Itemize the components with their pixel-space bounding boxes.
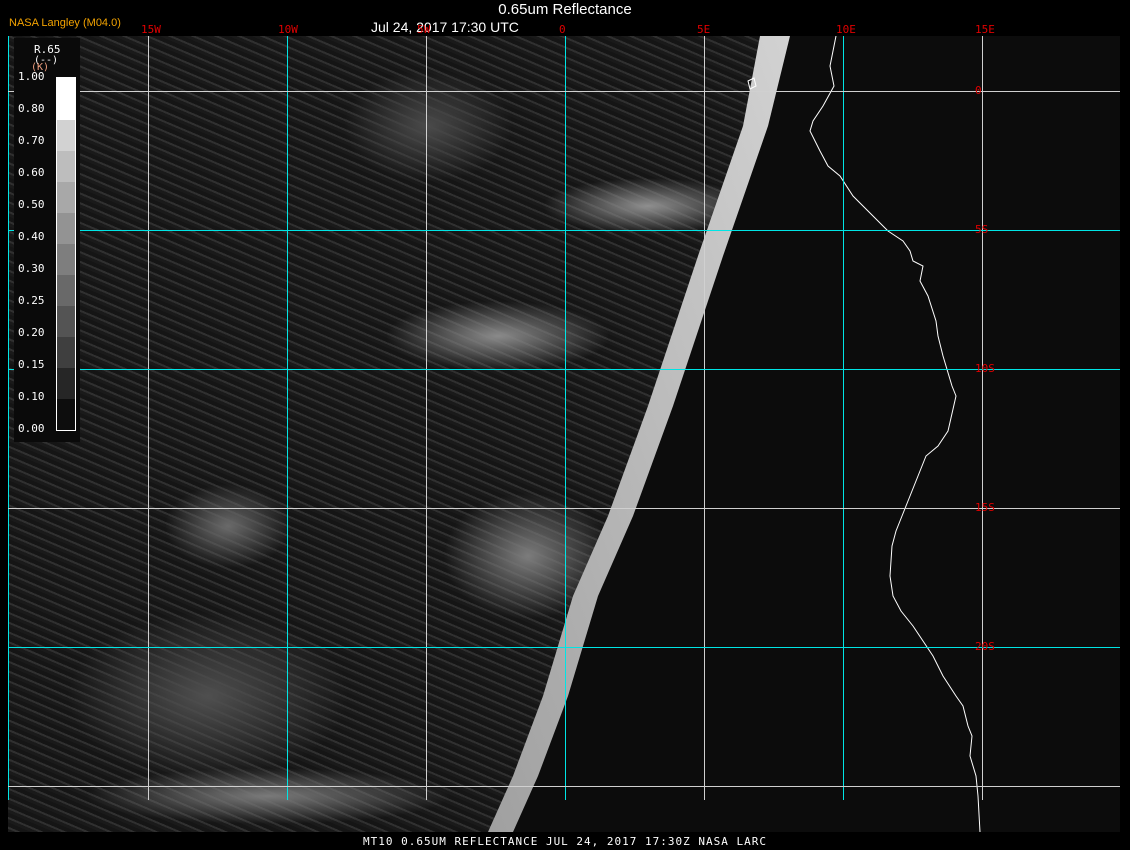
longitude-label: 10E [836, 23, 856, 36]
longitude-line [287, 36, 288, 800]
legend-tick-label: 0.15 [18, 358, 45, 371]
longitude-label: 0 [559, 23, 566, 36]
longitude-label: 10W [278, 23, 298, 36]
legend-tick-label: 0.80 [18, 102, 45, 115]
longitude-label: 15W [141, 23, 161, 36]
longitude-line [843, 36, 844, 800]
legend-tick-label: 0.00 [18, 422, 45, 435]
longitude-label: 15E [975, 23, 995, 36]
legend-tick-label: 0.25 [18, 294, 45, 307]
color-bar-step [57, 274, 75, 306]
legend-tick-label: 1.00 [18, 70, 45, 83]
longitude-line [426, 36, 427, 800]
latitude-label: 0 [975, 84, 982, 97]
longitude-line [8, 36, 9, 800]
color-bar-step [57, 212, 75, 244]
coastline [747, 36, 981, 832]
color-bar-step [57, 119, 75, 151]
image-subtitle: Jul 24, 2017 17:30 UTC [371, 19, 519, 35]
longitude-line [565, 36, 566, 800]
color-bar-step [57, 150, 75, 182]
latitude-line [8, 786, 1120, 787]
legend-tick-label: 0.30 [18, 262, 45, 275]
color-bar-step [57, 336, 75, 368]
latitude-label: 15S [975, 501, 995, 514]
longitude-line [982, 36, 983, 800]
color-bar-step [57, 305, 75, 337]
color-bar-step [57, 368, 75, 400]
satellite-image [8, 36, 1120, 832]
color-bar-step [57, 78, 75, 120]
color-bar-step [57, 181, 75, 213]
footer-caption: MT10 0.65UM REFLECTANCE JUL 24, 2017 17:… [363, 835, 767, 848]
latitude-line [8, 647, 1120, 648]
latitude-line [8, 508, 1120, 509]
legend-tick-label: 0.10 [18, 390, 45, 403]
legend-tick-label: 0.50 [18, 198, 45, 211]
legend-tick-label: 0.40 [18, 230, 45, 243]
latitude-line [8, 369, 1120, 370]
latitude-label: 20S [975, 640, 995, 653]
color-bar-step [57, 399, 75, 431]
longitude-label: 5W [417, 23, 431, 36]
longitude-label: 5E [697, 23, 711, 36]
latitude-label: 10S [975, 362, 995, 375]
latitude-label: 5S [975, 223, 989, 236]
longitude-line [704, 36, 705, 800]
latitude-line [8, 230, 1120, 231]
legend-tick-label: 0.20 [18, 326, 45, 339]
legend-tick-label: 0.60 [18, 166, 45, 179]
longitude-line [148, 36, 149, 800]
brand-label: NASA Langley (M04.0) [9, 17, 121, 29]
color-bar-step [57, 243, 75, 275]
legend-tick-label: 0.70 [18, 134, 45, 147]
color-bar [56, 77, 76, 431]
image-title: 0.65um Reflectance [498, 1, 632, 18]
latitude-line [8, 91, 1120, 92]
